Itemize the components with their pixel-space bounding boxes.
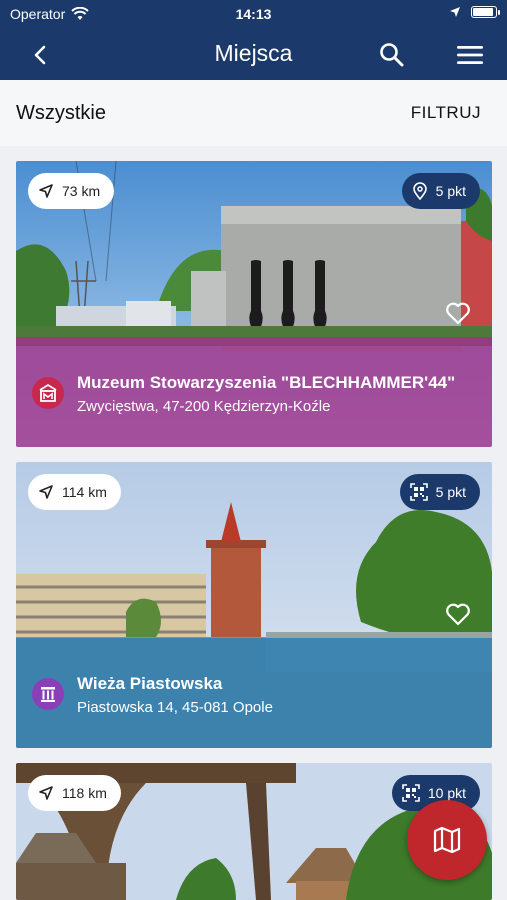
navigation-arrow-icon <box>39 184 53 198</box>
distance-text: 73 km <box>62 183 101 199</box>
points-text: 5 pkt <box>435 484 466 500</box>
page-title: Miejsca <box>214 40 293 66</box>
points-text: 5 pkt <box>435 183 466 199</box>
points-badge: 5 pkt <box>401 173 480 209</box>
category-label: Wszystkie <box>16 102 106 124</box>
monument-columns-icon <box>41 687 55 702</box>
points-badge: 5 pkt <box>399 474 480 510</box>
points-text: 10 pkt <box>427 785 466 801</box>
hamburger-menu-icon[interactable] <box>454 40 486 70</box>
distance-text: 118 km <box>62 785 107 801</box>
sub-header: Wszystkie FILTRUJ <box>0 80 507 146</box>
status-right <box>449 6 500 18</box>
place-card[interactable]: 114 km 5 pkt Wieża Piastowska Piastowska… <box>16 462 492 748</box>
place-card[interactable]: 73 km 5 pkt Muzeum Stowarzyszenia "BLECH… <box>16 161 492 447</box>
distance-badge: 114 km <box>28 474 121 510</box>
battery-icon <box>471 6 500 18</box>
place-name: Wieża Piastowska <box>77 674 223 693</box>
status-bar: Operator 14:13 <box>0 0 507 28</box>
nav-bar: Miejsca <box>0 28 507 80</box>
map-view-button[interactable] <box>407 800 487 880</box>
distance-badge: 73 km <box>28 173 115 209</box>
category-badge <box>32 377 64 409</box>
favorite-heart-icon[interactable] <box>444 299 472 327</box>
navigation-arrow-icon <box>39 485 53 499</box>
distance-text: 114 km <box>62 484 107 500</box>
place-address: Piastowska 14, 45-081 Opole <box>77 699 273 716</box>
place-address: Zwycięstwa, 47-200 Kędzierzyn-Koźle <box>77 398 331 415</box>
status-time: 14:13 <box>235 6 272 22</box>
distance-badge: 118 km <box>28 775 121 811</box>
filter-button[interactable]: FILTRUJ <box>411 103 481 123</box>
museum-icon <box>39 383 57 402</box>
category-badge <box>32 678 64 710</box>
search-icon[interactable] <box>377 40 407 70</box>
map-icon <box>433 826 461 854</box>
favorite-heart-icon[interactable] <box>444 600 472 628</box>
location-arrow-icon <box>450 7 460 17</box>
location-pin-icon <box>412 182 427 200</box>
qr-code-icon <box>409 483 428 501</box>
place-name: Muzeum Stowarzyszenia "BLECHHAMMER'44" <box>77 373 456 392</box>
navigation-arrow-icon <box>39 786 53 800</box>
qr-code-icon <box>402 784 420 802</box>
